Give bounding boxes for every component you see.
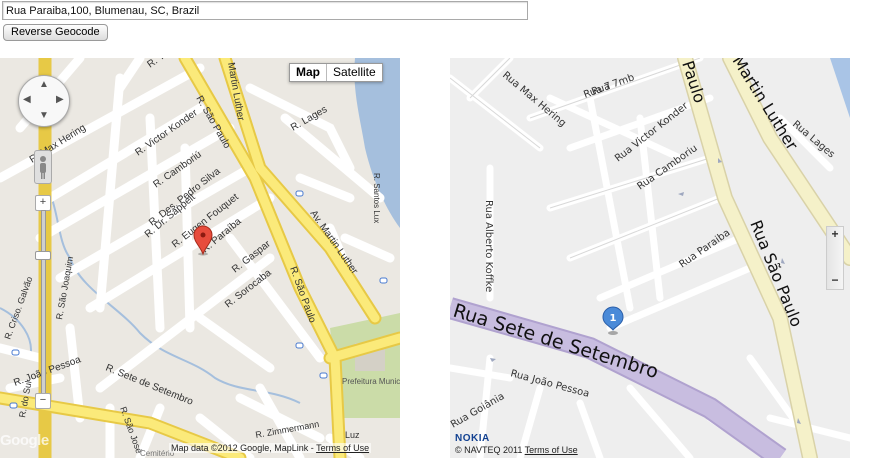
pegman-icon[interactable]	[34, 150, 52, 184]
zoom-slider[interactable]: + −	[35, 194, 51, 410]
zoom-in-button[interactable]: +	[35, 195, 51, 211]
nokia-map[interactable]: Rua 7 Rua 7mb Rua Max Hering Rua Victor …	[450, 58, 850, 458]
nokia-map-canvas: Rua 7 Rua 7mb Rua Max Hering Rua Victor …	[450, 58, 850, 458]
street-label-martin-luther-top: Martin Luther	[225, 62, 246, 123]
google-map-data-text: Map data ©2012 Google, MapLink -	[171, 443, 314, 453]
nokia-logo: NOKIA	[455, 433, 490, 444]
street-label-goiania: Rua Goiânia	[450, 390, 507, 430]
zoom-track[interactable]	[41, 210, 46, 396]
google-attribution: Map data ©2012 Google, MapLink - Terms o…	[169, 443, 372, 453]
street-label-sao-joaquim: R. São Joaquim	[54, 256, 75, 321]
google-map[interactable]: R. Timbó R. São Paulo Martin Luther R. V…	[0, 58, 400, 458]
nokia-zoom-out-button[interactable]: −	[827, 273, 843, 287]
street-label-prefeitura: Prefeitura Municipal	[342, 377, 400, 386]
pan-down-icon[interactable]: ▼	[39, 110, 49, 121]
address-input[interactable]	[2, 1, 528, 20]
street-label-luz: Luz	[345, 430, 360, 440]
marker-number: 1	[610, 313, 617, 324]
nokia-terms-link[interactable]: Terms of Use	[525, 445, 578, 455]
map-type-satellite-button[interactable]: Satellite	[327, 64, 382, 81]
navteq-copyright: © NAVTEQ 2011	[455, 445, 523, 455]
google-logo: Google	[0, 432, 49, 449]
street-label-paulo-top: Paulo	[678, 58, 709, 105]
reverse-geocode-button[interactable]: Reverse Geocode	[3, 24, 108, 41]
street-label-sao-jose: R. São José	[118, 405, 144, 454]
street-label-rua-7mb: Rua 7mb	[590, 72, 636, 98]
zoom-knob[interactable]	[35, 251, 51, 260]
street-label-alberto-koffke: Rua Alberto Koffke	[483, 200, 494, 292]
nokia-attribution: © NAVTEQ 2011 Terms of Use	[455, 445, 578, 455]
street-label-santos-lux: R. Santos Lux	[372, 173, 381, 223]
street-label-paraiba: Rua Paraiba	[677, 227, 732, 270]
zoom-out-button[interactable]: −	[35, 393, 51, 409]
pan-left-icon[interactable]: ◀	[23, 94, 31, 105]
result-marker-icon[interactable]: 1	[602, 306, 624, 335]
google-terms-link[interactable]: Terms of Use	[316, 443, 369, 453]
pan-right-icon[interactable]: ▶	[56, 94, 64, 105]
nokia-zoom-in-button[interactable]: +	[827, 227, 843, 241]
street-label-joao-pessoa: Rua João Pessoa	[509, 368, 590, 400]
street-label-sete-setembro: R. Sete de Setembro	[104, 363, 195, 408]
nokia-zoom-control[interactable]: + −	[826, 226, 844, 290]
map-type-switcher: Map Satellite	[289, 63, 383, 82]
street-label-galvao: R. Criso. Galvão	[2, 275, 34, 340]
pan-up-icon[interactable]: ▲	[39, 79, 49, 90]
pan-control[interactable]: ▲ ◀ ▶ ▼	[18, 75, 70, 127]
map-type-map-button[interactable]: Map	[290, 64, 327, 81]
